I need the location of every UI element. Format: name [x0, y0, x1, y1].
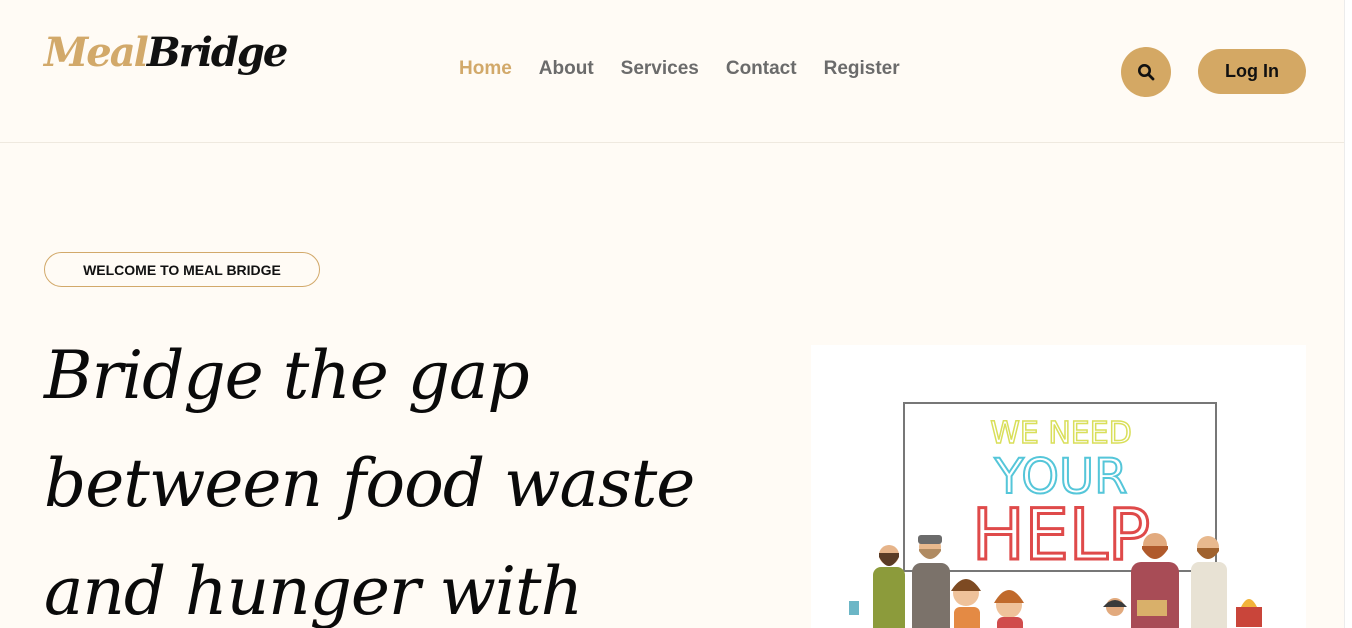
search-icon: [1138, 64, 1155, 81]
page-scrollbar[interactable]: [1344, 0, 1352, 628]
person-child-1: [951, 579, 981, 628]
login-button[interactable]: Log In: [1198, 49, 1306, 94]
sign-line-3: HELP: [972, 494, 1150, 576]
site-header: MealBridge Home About Services Contact R…: [0, 0, 1345, 143]
hero-title-line-3: and hunger with: [44, 553, 583, 628]
logo[interactable]: MealBridge: [44, 28, 288, 78]
logo-part-bridge: Bridge: [146, 29, 288, 76]
search-button[interactable]: [1121, 47, 1171, 97]
nav-register[interactable]: Register: [824, 58, 900, 80]
nav-services[interactable]: Services: [621, 58, 699, 80]
welcome-badge: WELCOME TO MEAL BRIDGE: [44, 252, 320, 287]
person-right-2: [1191, 536, 1262, 628]
person-left-1: [849, 545, 905, 628]
person-child-2: [994, 590, 1024, 628]
hero-illustration: WE NEED YOUR HELP: [811, 345, 1306, 628]
hero-title: Bridge the gap between food waste and hu…: [44, 322, 784, 628]
nav-home[interactable]: Home: [459, 58, 512, 80]
sign-line-1: WE NEED: [990, 416, 1132, 451]
hero-title-line-2: between food waste: [44, 445, 695, 522]
nav-about[interactable]: About: [539, 58, 594, 80]
hero-title-line-1: Bridge the gap: [44, 337, 530, 414]
page: MealBridge Home About Services Contact R…: [0, 0, 1352, 628]
main-nav: Home About Services Contact Register: [459, 58, 900, 80]
logo-part-meal: Meal: [44, 29, 149, 76]
nav-contact[interactable]: Contact: [726, 58, 797, 80]
